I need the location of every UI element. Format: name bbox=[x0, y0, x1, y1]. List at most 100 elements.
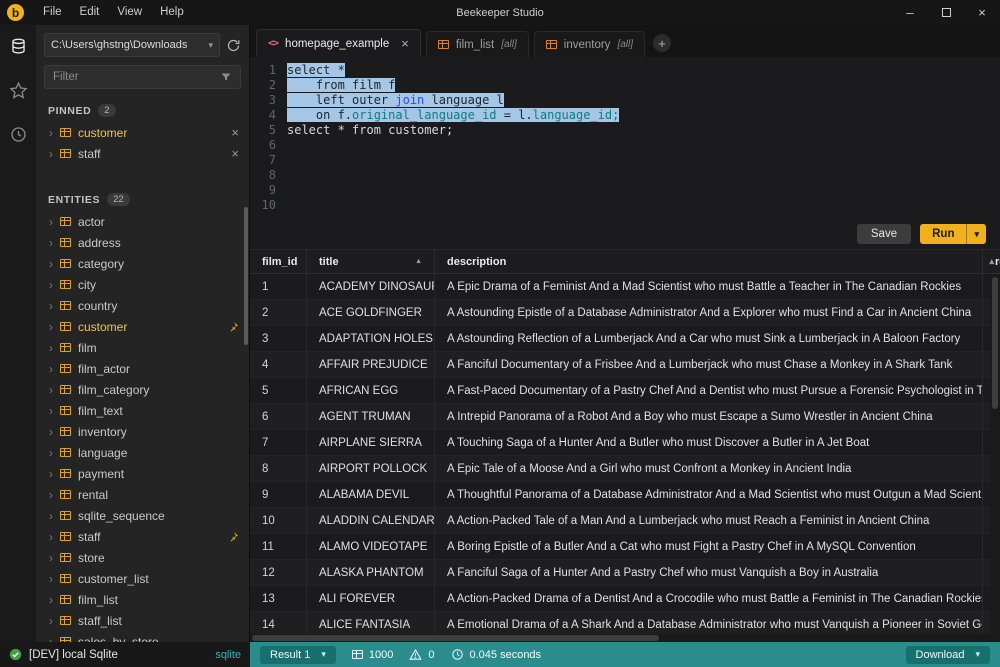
cell[interactable]: A Action-Packed Tale of a Man And a Lumb… bbox=[435, 508, 983, 533]
entity-item-sqlite_sequence[interactable]: ›sqlite_sequence bbox=[36, 505, 249, 526]
entity-item-film_list[interactable]: ›film_list bbox=[36, 589, 249, 610]
pinned-section-header[interactable]: PINNED 2 bbox=[36, 97, 249, 122]
cell[interactable]: A Action-Packed Drama of a Dentist And a… bbox=[435, 586, 983, 611]
cell[interactable]: 12 bbox=[250, 560, 307, 585]
entity-item-payment[interactable]: ›payment bbox=[36, 463, 249, 484]
entity-item-film[interactable]: ›film bbox=[36, 337, 249, 358]
entity-item-film_actor[interactable]: ›film_actor bbox=[36, 358, 249, 379]
cell[interactable]: AGENT TRUMAN bbox=[307, 404, 435, 429]
pin-icon[interactable] bbox=[227, 531, 239, 543]
cell[interactable]: A Astounding Epistle of a Database Admin… bbox=[435, 300, 983, 325]
entity-item-country[interactable]: ›country bbox=[36, 295, 249, 316]
entity-item-address[interactable]: ›address bbox=[36, 232, 249, 253]
cell[interactable]: 13 bbox=[250, 586, 307, 611]
tab-homepage_example[interactable]: <>homepage_example× bbox=[256, 29, 421, 57]
tables-nav-icon[interactable] bbox=[9, 37, 28, 61]
cell[interactable]: 9 bbox=[250, 482, 307, 507]
maximize-button[interactable] bbox=[928, 0, 964, 25]
entity-item-rental[interactable]: ›rental bbox=[36, 484, 249, 505]
cell[interactable]: 2 bbox=[250, 300, 307, 325]
cell[interactable]: A Fast-Paced Documentary of a Pastry Che… bbox=[435, 378, 983, 403]
table-row[interactable]: 12ALASKA PHANTOMA Fanciful Saga of a Hun… bbox=[250, 560, 1000, 586]
entity-item-sales_by_store[interactable]: ›sales_by_store bbox=[36, 631, 249, 642]
code-line[interactable]: from film f bbox=[287, 78, 1000, 93]
code-line[interactable]: select * bbox=[287, 63, 1000, 78]
entity-item-customer_list[interactable]: ›customer_list bbox=[36, 568, 249, 589]
cell[interactable]: A Touching Saga of a Hunter And a Butler… bbox=[435, 430, 983, 455]
entity-item-language[interactable]: ›language bbox=[36, 442, 249, 463]
menu-help[interactable]: Help bbox=[151, 0, 193, 25]
save-button[interactable]: Save bbox=[857, 224, 911, 244]
code-line[interactable] bbox=[287, 168, 1000, 183]
cell[interactable]: ALABAMA DEVIL bbox=[307, 482, 435, 507]
code-line[interactable] bbox=[287, 198, 1000, 213]
entity-item-staff_list[interactable]: ›staff_list bbox=[36, 610, 249, 631]
results-horizontal-scrollbar[interactable] bbox=[250, 634, 990, 642]
entity-item-store[interactable]: ›store bbox=[36, 547, 249, 568]
table-row[interactable]: 2ACE GOLDFINGERA Astounding Epistle of a… bbox=[250, 300, 1000, 326]
cell[interactable]: A Epic Drama of a Feminist And a Mad Sci… bbox=[435, 274, 983, 299]
history-nav-icon[interactable] bbox=[9, 125, 28, 149]
run-options-caret[interactable]: ▾ bbox=[966, 224, 986, 244]
result-selector-button[interactable]: Result 1 ▾ bbox=[260, 646, 336, 664]
entity-filter-input[interactable]: Filter bbox=[44, 65, 241, 89]
column-header-description[interactable]: description bbox=[435, 250, 983, 273]
entity-item-city[interactable]: ›city bbox=[36, 274, 249, 295]
entity-item-category[interactable]: ›category bbox=[36, 253, 249, 274]
code-line[interactable]: left outer join language l bbox=[287, 93, 1000, 108]
cell[interactable]: 1 bbox=[250, 274, 307, 299]
entity-item-inventory[interactable]: ›inventory bbox=[36, 421, 249, 442]
close-tab-icon[interactable]: × bbox=[401, 36, 409, 51]
column-header-title[interactable]: title ▲ bbox=[307, 250, 435, 273]
cell[interactable]: AFRICAN EGG bbox=[307, 378, 435, 403]
cell[interactable]: 8 bbox=[250, 456, 307, 481]
entity-item-film_text[interactable]: ›film_text bbox=[36, 400, 249, 421]
favorites-nav-icon[interactable] bbox=[9, 81, 28, 105]
cell[interactable]: A Epic Tale of a Moose And a Girl who mu… bbox=[435, 456, 983, 481]
table-row[interactable]: 5AFRICAN EGGA Fast-Paced Documentary of … bbox=[250, 378, 1000, 404]
unpin-icon[interactable]: × bbox=[231, 125, 239, 140]
pin-icon[interactable] bbox=[227, 321, 239, 333]
cell[interactable]: AIRPORT POLLOCK bbox=[307, 456, 435, 481]
cell[interactable]: 6 bbox=[250, 404, 307, 429]
cell[interactable]: ALAMO VIDEOTAPE bbox=[307, 534, 435, 559]
code-area[interactable]: select * from film f left outer join lan… bbox=[276, 63, 1000, 219]
cell[interactable]: A Astounding Reflection of a Lumberjack … bbox=[435, 326, 983, 351]
new-tab-button[interactable]: + bbox=[653, 34, 671, 52]
cell[interactable]: 7 bbox=[250, 430, 307, 455]
entity-item-actor[interactable]: ›actor bbox=[36, 211, 249, 232]
cell[interactable]: 10 bbox=[250, 508, 307, 533]
minimize-button[interactable]: – bbox=[892, 0, 928, 25]
cell[interactable]: ALI FOREVER bbox=[307, 586, 435, 611]
table-row[interactable]: 10ALADDIN CALENDARA Action-Packed Tale o… bbox=[250, 508, 1000, 534]
results-vertical-scrollbar[interactable] bbox=[990, 274, 1000, 642]
cell[interactable]: AFFAIR PREJUDICE bbox=[307, 352, 435, 377]
table-row[interactable]: 6AGENT TRUMANA Intrepid Panorama of a Ro… bbox=[250, 404, 1000, 430]
cell[interactable]: 3 bbox=[250, 326, 307, 351]
header-menu-caret-icon[interactable]: ▴ bbox=[989, 256, 994, 267]
table-row[interactable]: 9ALABAMA DEVILA Thoughtful Panorama of a… bbox=[250, 482, 1000, 508]
unpin-icon[interactable]: × bbox=[231, 146, 239, 161]
run-button[interactable]: Run ▾ bbox=[920, 224, 986, 244]
table-row[interactable]: 8AIRPORT POLLOCKA Epic Tale of a Moose A… bbox=[250, 456, 1000, 482]
entities-section-header[interactable]: ENTITIES 22 bbox=[36, 186, 249, 211]
cell[interactable]: ALADDIN CALENDAR bbox=[307, 508, 435, 533]
pinned-item-staff[interactable]: ›staff× bbox=[36, 143, 249, 164]
cell[interactable]: 11 bbox=[250, 534, 307, 559]
table-row[interactable]: 7AIRPLANE SIERRAA Touching Saga of a Hun… bbox=[250, 430, 1000, 456]
cell[interactable]: A Fanciful Saga of a Hunter And a Pastry… bbox=[435, 560, 983, 585]
menu-file[interactable]: File bbox=[34, 0, 71, 25]
connection-path-select[interactable]: C:\Users\ghstng\Downloads ▾ bbox=[44, 33, 220, 57]
table-row[interactable]: 11ALAMO VIDEOTAPEA Boring Epistle of a B… bbox=[250, 534, 1000, 560]
tab-inventory[interactable]: inventory[all] bbox=[534, 31, 645, 57]
code-line[interactable]: on f.original_language_id = l.language_i… bbox=[287, 108, 1000, 123]
sidebar-scrollbar[interactable] bbox=[244, 207, 248, 345]
column-header-film-id[interactable]: film_id bbox=[250, 250, 307, 273]
tab-film_list[interactable]: film_list[all] bbox=[426, 31, 529, 57]
code-line[interactable] bbox=[287, 138, 1000, 153]
code-line[interactable]: select * from customer; bbox=[287, 123, 1000, 138]
menu-edit[interactable]: Edit bbox=[71, 0, 109, 25]
cell[interactable]: 4 bbox=[250, 352, 307, 377]
pinned-item-customer[interactable]: ›customer× bbox=[36, 122, 249, 143]
close-button[interactable]: × bbox=[964, 0, 1000, 25]
